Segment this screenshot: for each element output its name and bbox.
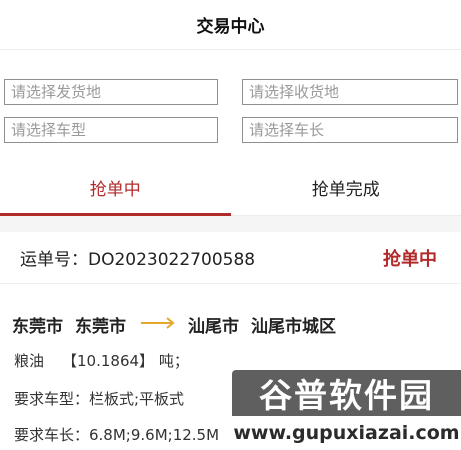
cargo-info: 粮油 【10.1864】 吨； bbox=[14, 350, 189, 371]
vehicle-type-input[interactable] bbox=[4, 117, 218, 143]
cargo-unit: 吨； bbox=[158, 352, 189, 370]
vehicle-type-requirement: 要求车型：栏板式;平板式 bbox=[14, 390, 185, 408]
page-title: 交易中心 bbox=[196, 17, 265, 37]
top-header: 交易中心 bbox=[0, 0, 461, 50]
tab-grab-completed[interactable]: 抢单完成 bbox=[231, 160, 461, 215]
site-watermark: 谷普软件园 www.gupuxiazai.com bbox=[232, 370, 461, 450]
order-number: 运单号：DO2023022700588 bbox=[20, 250, 256, 270]
order-status-badge: 抢单中 bbox=[383, 248, 437, 270]
order-tabs: 抢单中 抢单完成 bbox=[0, 160, 461, 216]
vehicle-length-input[interactable] bbox=[242, 117, 458, 143]
arrow-right-icon bbox=[140, 315, 176, 335]
destination-input[interactable] bbox=[242, 79, 458, 105]
origin-district: 东莞市 bbox=[75, 317, 126, 337]
origin-input[interactable] bbox=[4, 79, 218, 105]
route-row: 东莞市 东莞市 汕尾市 汕尾市城区 bbox=[12, 312, 348, 337]
watermark-title: 谷普软件园 bbox=[232, 370, 461, 416]
cargo-weight: 【10.1864】 bbox=[62, 352, 155, 370]
destination-district: 汕尾市城区 bbox=[251, 317, 336, 337]
filter-panel bbox=[0, 50, 461, 160]
tab-grabbing[interactable]: 抢单中 bbox=[0, 160, 231, 216]
vehicle-length-requirement: 要求车长：6.8M;9.6M;12.5M bbox=[14, 426, 220, 444]
destination-city: 汕尾市 bbox=[188, 317, 239, 337]
origin-city: 东莞市 bbox=[12, 317, 63, 337]
order-header[interactable]: 运单号：DO2023022700588 抢单中 bbox=[0, 232, 461, 284]
section-divider bbox=[0, 216, 461, 232]
watermark-url: www.gupuxiazai.com bbox=[232, 416, 461, 450]
cargo-name: 粮油 bbox=[14, 352, 45, 370]
